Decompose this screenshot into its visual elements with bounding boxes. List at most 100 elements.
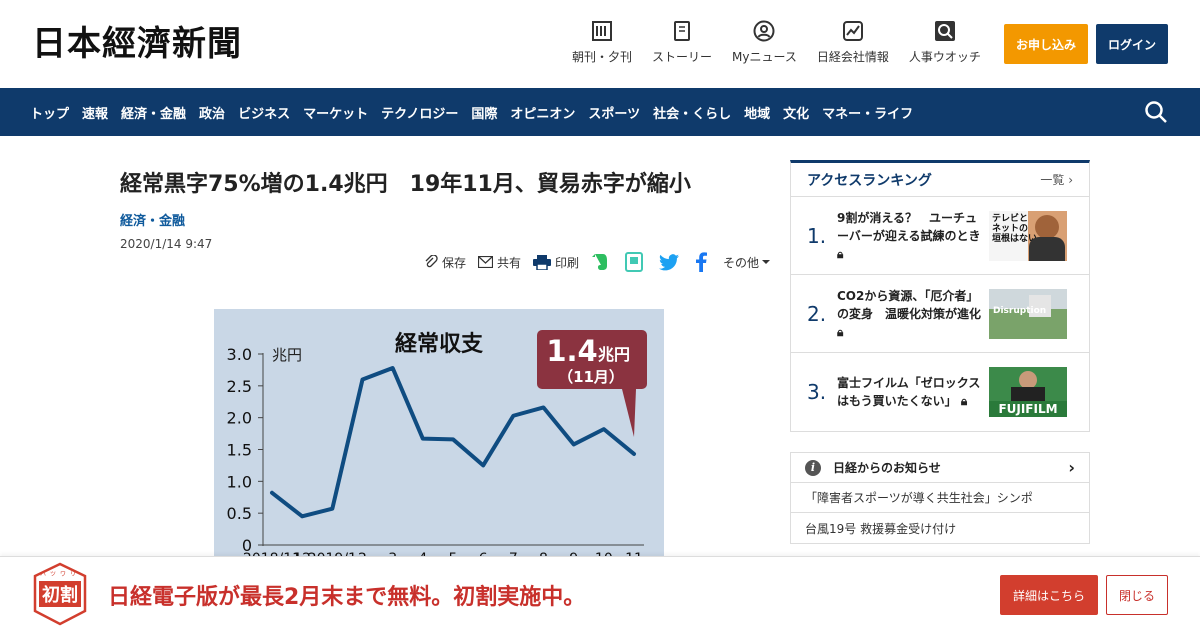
- header-nav-label: 日経会社情報: [816, 50, 889, 64]
- more-options-button[interactable]: その他: [723, 254, 775, 271]
- info-icon: i: [805, 459, 821, 476]
- article-chart: 経常収支 兆円 3.02.52.01.51.00.50 2018/1112201…: [214, 309, 664, 556]
- promo-banner: ハツワリ 初割 日経電子版が最長2月末まで無料。初割実施中。 詳細はこちら 閉じ…: [0, 556, 1200, 630]
- ranking-more-link[interactable]: 一覧 ›: [1040, 171, 1073, 188]
- badge-ruby: ハツワリ: [40, 571, 80, 578]
- ranking-item[interactable]: 1. 9割が消える？ ユーチューバーが迎える試練のとき 🔒︎ テレビと ネットの…: [791, 197, 1089, 275]
- global-nav-item-money-life[interactable]: マネー・ライフ: [822, 103, 913, 122]
- ranking-item[interactable]: 2. CO2から資源、「厄介者」の変身 温暖化対策が進化 🔒︎ Disrupti…: [791, 275, 1089, 353]
- global-nav-item-sports[interactable]: スポーツ: [588, 103, 640, 122]
- line-chart: 経常収支 兆円 3.02.52.01.51.00.50 2018/1112201…: [227, 330, 647, 556]
- hatsuwari-badge-icon: ハツワリ 初割: [33, 562, 87, 626]
- ranking-number: 1.: [807, 223, 827, 248]
- notices-title: 日経からのお知らせ: [833, 461, 941, 475]
- header-nav-personnel-watch[interactable]: 人事ウオッチ: [909, 20, 981, 65]
- header-nav-my-news[interactable]: Myニュース: [732, 20, 797, 65]
- caret-down-icon: [762, 260, 771, 264]
- ranking-number: 3.: [807, 380, 827, 404]
- more-options-label: その他: [723, 255, 760, 270]
- global-nav-item-politics[interactable]: 政治: [199, 103, 225, 122]
- paperclip-icon: [425, 255, 438, 268]
- notice-item[interactable]: 台風19号 救援募金受け付け: [791, 513, 1089, 543]
- global-nav-item-top[interactable]: トップ: [30, 103, 69, 122]
- login-button[interactable]: ログイン: [1096, 24, 1168, 64]
- global-nav: トップ 速報 経済・金融 政治 ビジネス マーケット テクノロジー 国際 オピニ…: [0, 88, 1200, 136]
- ranking-text: 9割が消える？ ユーチューバーが迎える試練のとき 🔒︎: [837, 209, 983, 263]
- ranking-thumbnail: FUJIFILM: [989, 367, 1067, 417]
- lock-icon: 🔒︎: [960, 394, 968, 408]
- thumbnail-caption: テレビと ネットの 垣根はない: [992, 213, 1038, 244]
- global-nav-item-economy[interactable]: 経済・金融: [121, 103, 186, 122]
- y-tick-label: 1.0: [227, 472, 252, 491]
- note-button[interactable]: [625, 252, 647, 272]
- ranking-headline: 9割が消える？ ユーチューバーが迎える試練のとき: [837, 210, 981, 243]
- article-tools: 保存 共有 印刷 その他: [424, 252, 787, 272]
- series-line: [270, 366, 636, 519]
- global-nav-item-opinion[interactable]: オピニオン: [510, 103, 575, 122]
- ranking-headline: CO2から資源、「厄介者」の変身 温暖化対策が進化: [837, 288, 982, 321]
- sidebar: アクセスランキング 一覧 › 1. 9割が消える？ ユーチューバーが迎える試練の…: [790, 160, 1090, 544]
- article: 経常黒字75%増の1.4兆円 19年11月、貿易赤字が縮小 経済・金融 2020…: [120, 160, 760, 251]
- subscribe-button[interactable]: お申し込み: [1004, 24, 1088, 64]
- promo-detail-button[interactable]: 詳細はこちら: [1000, 575, 1098, 615]
- share-label: 共有: [497, 255, 522, 270]
- chevron-right-icon: ›: [1068, 458, 1075, 477]
- global-nav-list: トップ 速報 経済・金融 政治 ビジネス マーケット テクノロジー 国際 オピニ…: [30, 88, 926, 136]
- header-nav: 朝刊・夕刊 ストーリー Myニュース 日経会社情報 人事ウオッチ: [572, 20, 1001, 65]
- site-header: 日本經濟新聞 朝刊・夕刊 ストーリー Myニュース 日経会社情報 人事ウオッチ …: [0, 0, 1200, 88]
- global-nav-item-region[interactable]: 地域: [744, 103, 770, 122]
- printer-icon: [533, 254, 552, 270]
- article-title: 経常黒字75%増の1.4兆円 19年11月、貿易赤字が縮小: [120, 172, 691, 197]
- y-axis: 3.02.52.01.51.00.50: [227, 345, 263, 555]
- ranking-text: 富士フイルム「ゼロックスはもう買いたくない」 🔒︎: [837, 374, 983, 410]
- chart-icon: [842, 21, 863, 41]
- print-button[interactable]: 印刷: [533, 254, 579, 271]
- chevron-right-icon: ›: [1068, 173, 1073, 187]
- header-nav-story[interactable]: ストーリー: [652, 20, 712, 65]
- note-icon: [625, 252, 644, 272]
- y-tick-label: 2.0: [227, 409, 252, 428]
- facebook-icon: [696, 252, 708, 272]
- header-nav-print-edition[interactable]: 朝刊・夕刊: [572, 20, 632, 65]
- article-date: 2020/1/14 9:47: [120, 237, 213, 251]
- evernote-button[interactable]: [591, 252, 613, 272]
- global-nav-item-breaking[interactable]: 速報: [82, 103, 108, 122]
- global-nav-item-technology[interactable]: テクノロジー: [381, 103, 458, 122]
- global-nav-item-markets[interactable]: マーケット: [303, 103, 368, 122]
- promo-close-button[interactable]: 閉じる: [1106, 575, 1168, 615]
- y-tick-label: 2.5: [227, 377, 252, 396]
- nikkei-notices: i 日経からのお知らせ › 「障害者スポーツが導く共生社会」シンポ 台風19号 …: [790, 452, 1090, 544]
- badge-text: 初割: [42, 584, 78, 606]
- search-person-icon: [934, 21, 955, 41]
- global-nav-item-international[interactable]: 国際: [471, 103, 497, 122]
- header-nav-company-info[interactable]: 日経会社情報: [817, 20, 889, 65]
- header-nav-label: 朝刊・夕刊: [572, 50, 633, 64]
- ranking-item[interactable]: 3. 富士フイルム「ゼロックスはもう買いたくない」 🔒︎ FUJIFILM: [791, 353, 1089, 431]
- global-nav-item-culture[interactable]: 文化: [783, 103, 809, 122]
- global-nav-item-society[interactable]: 社会・くらし: [653, 103, 731, 122]
- site-logo[interactable]: 日本經濟新聞: [32, 24, 242, 64]
- notice-item[interactable]: 「障害者スポーツが導く共生社会」シンポ: [791, 483, 1089, 513]
- print-label: 印刷: [555, 255, 580, 270]
- thumbnail-caption: Disruption: [993, 305, 1047, 316]
- header-nav-label: Myニュース: [732, 50, 797, 64]
- y-tick-label: 3.0: [227, 345, 252, 364]
- header-nav-label: ストーリー: [652, 50, 713, 64]
- ranking-headline: 富士フイルム「ゼロックスはもう買いたくない」: [837, 376, 981, 408]
- callout-unit: 兆円: [598, 345, 630, 364]
- search-icon[interactable]: [1144, 100, 1168, 124]
- twitter-button[interactable]: [659, 253, 683, 271]
- ranking-title: アクセスランキング: [807, 172, 932, 189]
- share-button[interactable]: 共有: [478, 254, 521, 271]
- save-button[interactable]: 保存: [424, 254, 466, 271]
- global-nav-item-business[interactable]: ビジネス: [238, 103, 290, 122]
- evernote-icon: [592, 254, 608, 270]
- lock-icon: 🔒︎: [837, 324, 844, 339]
- access-ranking: アクセスランキング 一覧 › 1. 9割が消える？ ユーチューバーが迎える試練の…: [790, 160, 1090, 432]
- article-category-link[interactable]: 経済・金融: [120, 210, 760, 229]
- chart-title: 経常収支: [395, 331, 484, 357]
- callout-period: （11月）: [558, 368, 624, 386]
- ranking-text: CO2から資源、「厄介者」の変身 温暖化対策が進化 🔒︎: [837, 287, 983, 341]
- facebook-button[interactable]: [695, 252, 711, 272]
- notices-header[interactable]: i 日経からのお知らせ ›: [791, 453, 1089, 483]
